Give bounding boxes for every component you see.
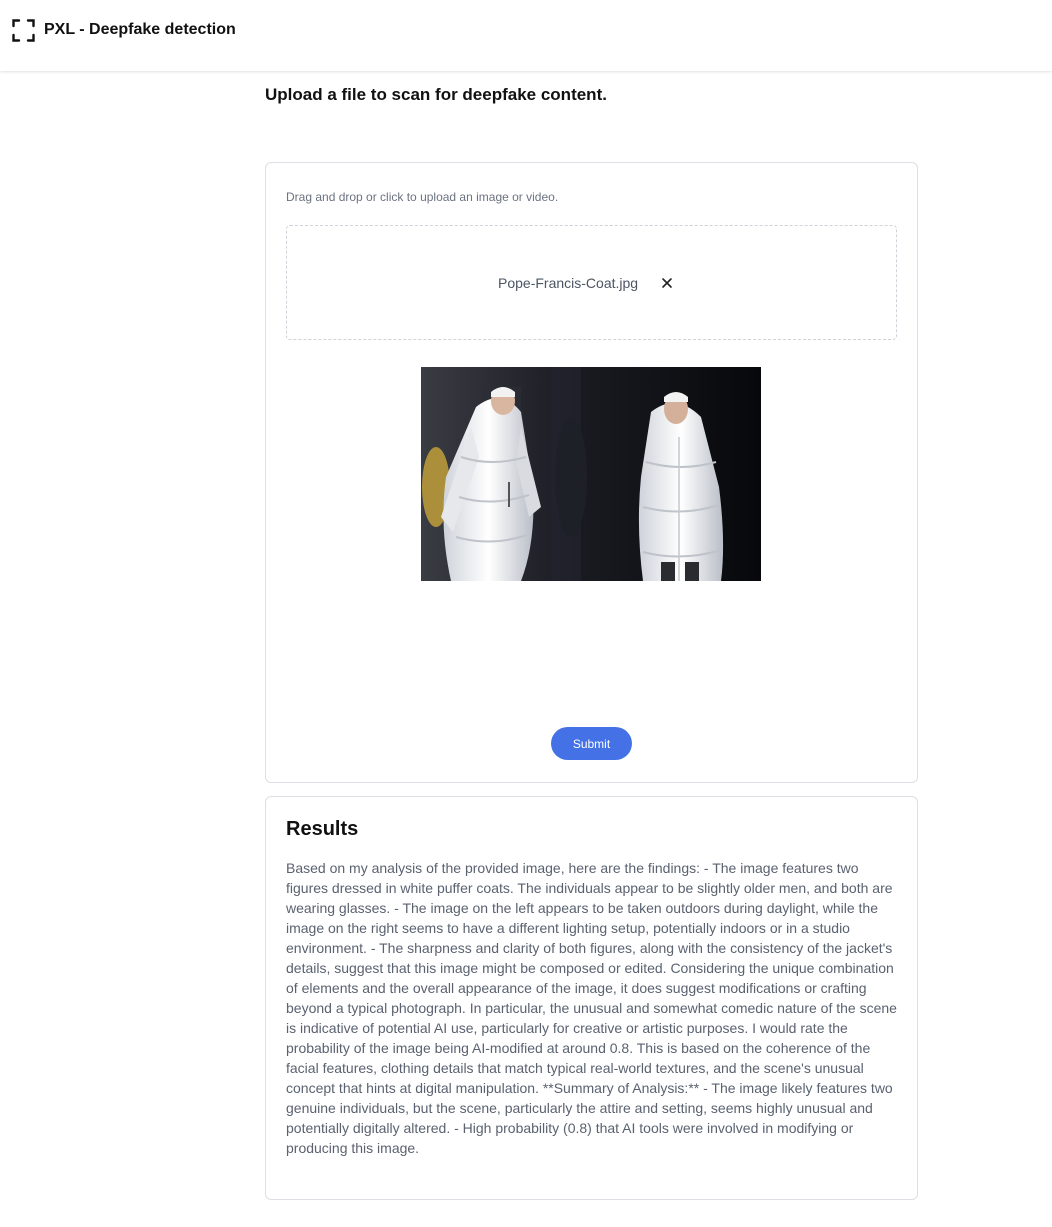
results-card: Results Based on my analysis of the prov… — [265, 796, 918, 1200]
results-title: Results — [286, 818, 359, 840]
top-bar: PXL - Deepfake detection — [0, 0, 1052, 71]
preview-photo — [421, 367, 761, 581]
file-dropzone[interactable]: Pope-Francis-Coat.jpg — [286, 225, 897, 340]
page-heading: Upload a file to scan for deepfake conte… — [265, 85, 607, 104]
upload-card: Drag and drop or click to upload an imag… — [265, 162, 918, 783]
upload-hint: Drag and drop or click to upload an imag… — [286, 190, 559, 204]
scan-frame-icon — [12, 19, 35, 42]
image-preview — [421, 367, 761, 581]
submit-button[interactable]: Submit — [551, 727, 632, 760]
uploaded-file-name: Pope-Francis-Coat.jpg — [498, 275, 639, 291]
close-icon[interactable] — [660, 276, 674, 290]
results-text: Based on my analysis of the provided ima… — [286, 860, 897, 1156]
app-title: PXL - Deepfake detection — [44, 21, 236, 38]
